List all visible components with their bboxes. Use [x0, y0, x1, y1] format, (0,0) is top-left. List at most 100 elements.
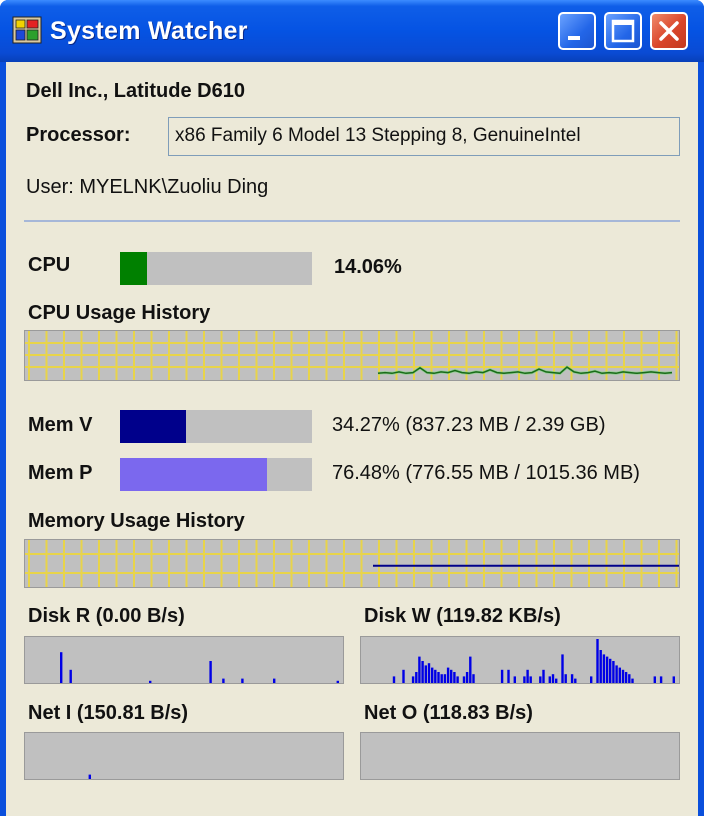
disk-write-bar	[590, 676, 593, 683]
net-in-bar	[88, 774, 91, 779]
disk-read-graph	[24, 636, 344, 684]
disk-write-bar	[628, 674, 631, 683]
disk-write-bar	[605, 656, 609, 683]
mem-physical-label: Mem P	[28, 462, 93, 484]
processor-label: Processor:	[26, 124, 131, 146]
disk-write-bar	[561, 654, 564, 683]
disk-write-bar	[659, 676, 663, 683]
disk-write-bar	[542, 669, 545, 683]
disk-write-plot	[392, 639, 675, 683]
disk-write-bar	[564, 674, 567, 683]
disk-write-bar	[618, 667, 621, 683]
disk-write-bar	[609, 658, 612, 683]
disk-write-bar	[529, 676, 532, 683]
disk-write-bar	[440, 674, 443, 683]
disk-write-bar	[465, 672, 469, 683]
net-out-plot	[361, 733, 679, 779]
disk-write-bar	[599, 650, 602, 683]
app-icon	[12, 16, 42, 44]
title-bar[interactable]: System Watcher	[0, 0, 704, 62]
disk-write-bar	[450, 669, 453, 683]
mem-physical-fill	[120, 458, 267, 491]
disk-write-bar	[539, 676, 542, 683]
minimize-icon	[568, 36, 580, 40]
disk-read-bar	[241, 678, 244, 683]
disk-write-bar	[551, 674, 555, 683]
cpu-usage-fill	[120, 252, 147, 285]
mem-virtual-label: Mem V	[28, 414, 93, 436]
memory-history-title: Memory Usage History	[28, 510, 245, 532]
disk-write-bar	[453, 672, 456, 683]
cpu-value: 14.06%	[334, 256, 402, 278]
disk-write-bar	[462, 676, 466, 683]
disk-read-bar	[209, 661, 212, 683]
window-title: System Watcher	[50, 17, 248, 45]
user-label: User: MYELNK\Zuoliu Ding	[26, 176, 269, 198]
disk-write-bar	[434, 669, 437, 683]
mem-physical-bar	[120, 458, 312, 491]
disk-write-bar	[418, 656, 421, 683]
cpu-history-graph	[24, 330, 680, 381]
mem-virtual-fill	[120, 410, 186, 443]
disk-read-bar	[336, 680, 339, 683]
disk-write-bar	[500, 669, 504, 683]
memory-history-plot	[25, 540, 679, 587]
disk-write-graph	[360, 636, 680, 684]
close-icon	[659, 21, 679, 41]
disk-write-bar	[446, 667, 450, 683]
disk-write-bar	[469, 656, 472, 683]
processor-field[interactable]: x86 Family 6 Model 13 Stepping 8, Genuin…	[168, 117, 680, 156]
disk-write-bar	[555, 678, 558, 683]
disk-write-bar	[437, 672, 440, 683]
memory-history-graph	[24, 539, 680, 588]
disk-write-label: Disk W (119.82 KB/s)	[364, 605, 561, 627]
disk-read-bar	[69, 669, 72, 683]
disk-write-bar	[443, 674, 447, 683]
cpu-label: CPU	[28, 254, 71, 276]
mem-virtual-bar	[120, 410, 312, 443]
disk-write-bar	[526, 669, 529, 683]
disk-write-bar	[548, 676, 551, 683]
disk-write-bar	[624, 672, 628, 683]
disk-write-bar	[421, 661, 424, 683]
disk-write-bar	[615, 665, 618, 683]
disk-read-bar	[149, 680, 152, 683]
system-model: Dell Inc., Latitude D610	[26, 80, 245, 102]
disk-write-bar	[424, 665, 427, 683]
disk-write-bar	[402, 669, 405, 683]
client-area: Dell Inc., Latitude D610 Processor: x86 …	[6, 62, 698, 816]
disk-read-bar	[273, 678, 276, 683]
cpu-history-plot	[25, 331, 679, 380]
disk-write-bar	[602, 654, 606, 683]
disk-write-bar	[672, 676, 675, 683]
disk-write-bar	[621, 669, 625, 683]
net-in-plot	[88, 774, 91, 779]
disk-write-bar	[653, 676, 656, 683]
disk-write-bar	[411, 676, 415, 683]
maximize-button[interactable]	[604, 12, 642, 50]
disk-write-bar	[415, 672, 418, 683]
net-in-label: Net I (150.81 B/s)	[28, 702, 189, 724]
disk-read-label: Disk R (0.00 B/s)	[28, 605, 185, 627]
disk-write-bar	[570, 674, 574, 683]
disk-write-bar	[523, 676, 526, 683]
disk-write-bar	[507, 669, 510, 683]
disk-write-bar	[456, 676, 459, 683]
disk-write-bar	[631, 678, 634, 683]
disk-write-bar	[431, 667, 434, 683]
mem-physical-value: 76.48% (776.55 MB / 1015.36 MB)	[332, 462, 640, 484]
cpu-usage-bar	[120, 252, 312, 285]
window: System Watcher Dell Inc., Latitude D610 …	[0, 0, 704, 816]
disk-write-bar	[392, 676, 396, 683]
net-out-label: Net O (118.83 B/s)	[364, 702, 533, 724]
close-button[interactable]	[650, 12, 688, 50]
disk-write-bar	[427, 663, 431, 683]
disk-write-bar	[596, 639, 599, 683]
net-out-graph	[360, 732, 680, 780]
net-in-graph	[24, 732, 344, 780]
disk-write-bar	[472, 674, 475, 683]
minimize-button[interactable]	[558, 12, 596, 50]
disk-read-plot	[60, 652, 339, 683]
disk-read-bar	[60, 652, 63, 683]
mem-virtual-value: 34.27% (837.23 MB / 2.39 GB)	[332, 414, 606, 436]
